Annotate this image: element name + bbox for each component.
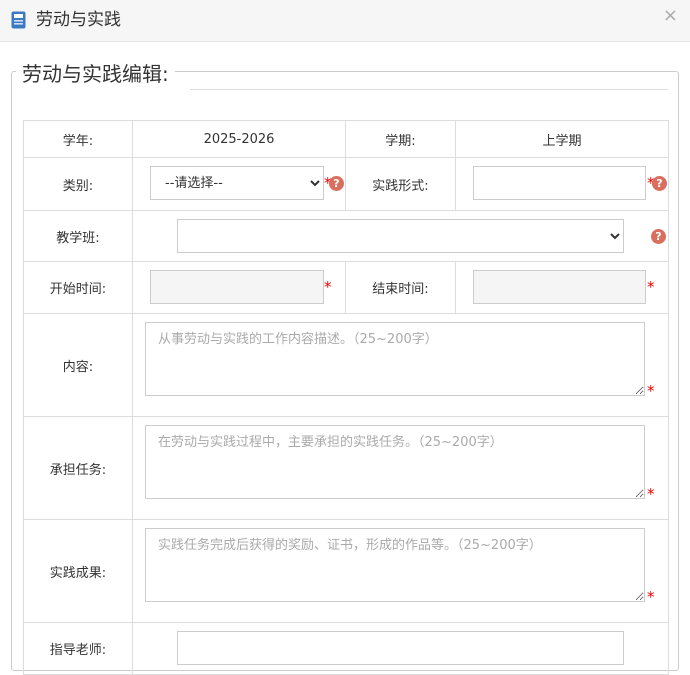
task-cell: * (132, 416, 669, 520)
help-icon[interactable]: ? (329, 176, 344, 191)
table-row: 教学班: ? (23, 210, 669, 262)
table-row: 指导老师: (23, 622, 669, 675)
start-time-label: 开始时间: (23, 261, 133, 314)
help-icon[interactable]: ? (651, 229, 666, 244)
document-icon (11, 11, 26, 29)
teacher-label: 指导老师: (23, 622, 133, 675)
teacher-input[interactable] (177, 631, 624, 665)
close-icon[interactable]: × (663, 7, 678, 25)
table-row: 承担任务: * (23, 416, 669, 520)
result-label: 实践成果: (23, 519, 133, 623)
class-cell: ? (132, 210, 669, 262)
table-row: 学年: 2025-2026 学期: 上学期 (23, 120, 669, 158)
help-icon[interactable]: ? (652, 176, 667, 191)
result-textarea[interactable] (145, 528, 645, 602)
task-textarea[interactable] (145, 425, 645, 499)
class-label: 教学班: (23, 210, 133, 262)
dialog-titlebar: 劳动与实践 × (0, 0, 690, 42)
required-mark: * (647, 485, 655, 503)
semester-value: 上学期 (455, 120, 669, 158)
task-label: 承担任务: (23, 416, 133, 520)
content-textarea[interactable] (145, 322, 645, 396)
school-year-label: 学年: (23, 120, 133, 158)
table-row: 类别: --请选择-- * ? 实践形式: * ? (23, 157, 669, 211)
form-legend: 劳动与实践编辑: (16, 61, 175, 87)
start-time-cell: * (132, 261, 346, 314)
table-row: 内容: * (23, 313, 669, 417)
table-row: 开始时间: * 结束时间: * (23, 261, 669, 314)
semester-label: 学期: (345, 120, 456, 158)
end-time-input[interactable] (473, 270, 646, 304)
teacher-cell (132, 622, 669, 675)
edit-form-table: 学年: 2025-2026 学期: 上学期 类别: --请选择-- * ? 实践… (23, 120, 669, 675)
required-mark: * (647, 588, 655, 606)
category-cell: --请选择-- * ? (132, 157, 346, 211)
required-mark: * (324, 278, 332, 296)
end-time-label: 结束时间: (345, 261, 456, 314)
legend-divider (190, 89, 668, 90)
required-mark: * (647, 278, 655, 296)
end-time-cell: * (455, 261, 669, 314)
category-label: 类别: (23, 157, 133, 211)
result-cell: * (132, 519, 669, 623)
practice-form-cell: * ? (455, 157, 669, 211)
table-row: 实践成果: * (23, 519, 669, 623)
content-cell: * (132, 313, 669, 417)
required-mark: * (647, 382, 655, 400)
content-label: 内容: (23, 313, 133, 417)
category-select[interactable]: --请选择-- (150, 166, 324, 200)
class-select[interactable] (177, 219, 624, 253)
dialog-title: 劳动与实践 (36, 10, 121, 30)
practice-form-input[interactable] (473, 166, 646, 200)
start-time-input[interactable] (150, 270, 324, 304)
school-year-value: 2025-2026 (132, 120, 346, 158)
practice-form-label: 实践形式: (345, 157, 456, 211)
